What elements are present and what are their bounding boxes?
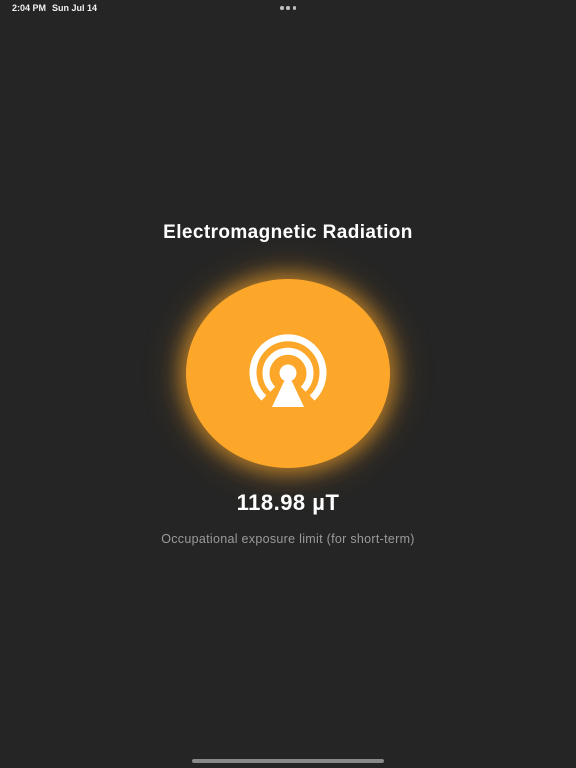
home-indicator[interactable]: [192, 759, 384, 763]
broadcast-signal-icon: [249, 334, 327, 407]
status-time: 2:04 PM: [12, 3, 47, 13]
status-bar: 2:04 PM Sun Jul 14: [0, 0, 576, 20]
status-date: Sun Jul 14: [52, 3, 98, 13]
multitask-ellipsis-icon[interactable]: [280, 6, 296, 10]
page-title: Electromagnetic Radiation: [163, 222, 413, 243]
radiation-reading: 118.98 µT: [236, 490, 340, 515]
exposure-description: Occupational exposure limit (for short-t…: [161, 532, 415, 546]
radiation-meter-button[interactable]: [186, 279, 390, 468]
